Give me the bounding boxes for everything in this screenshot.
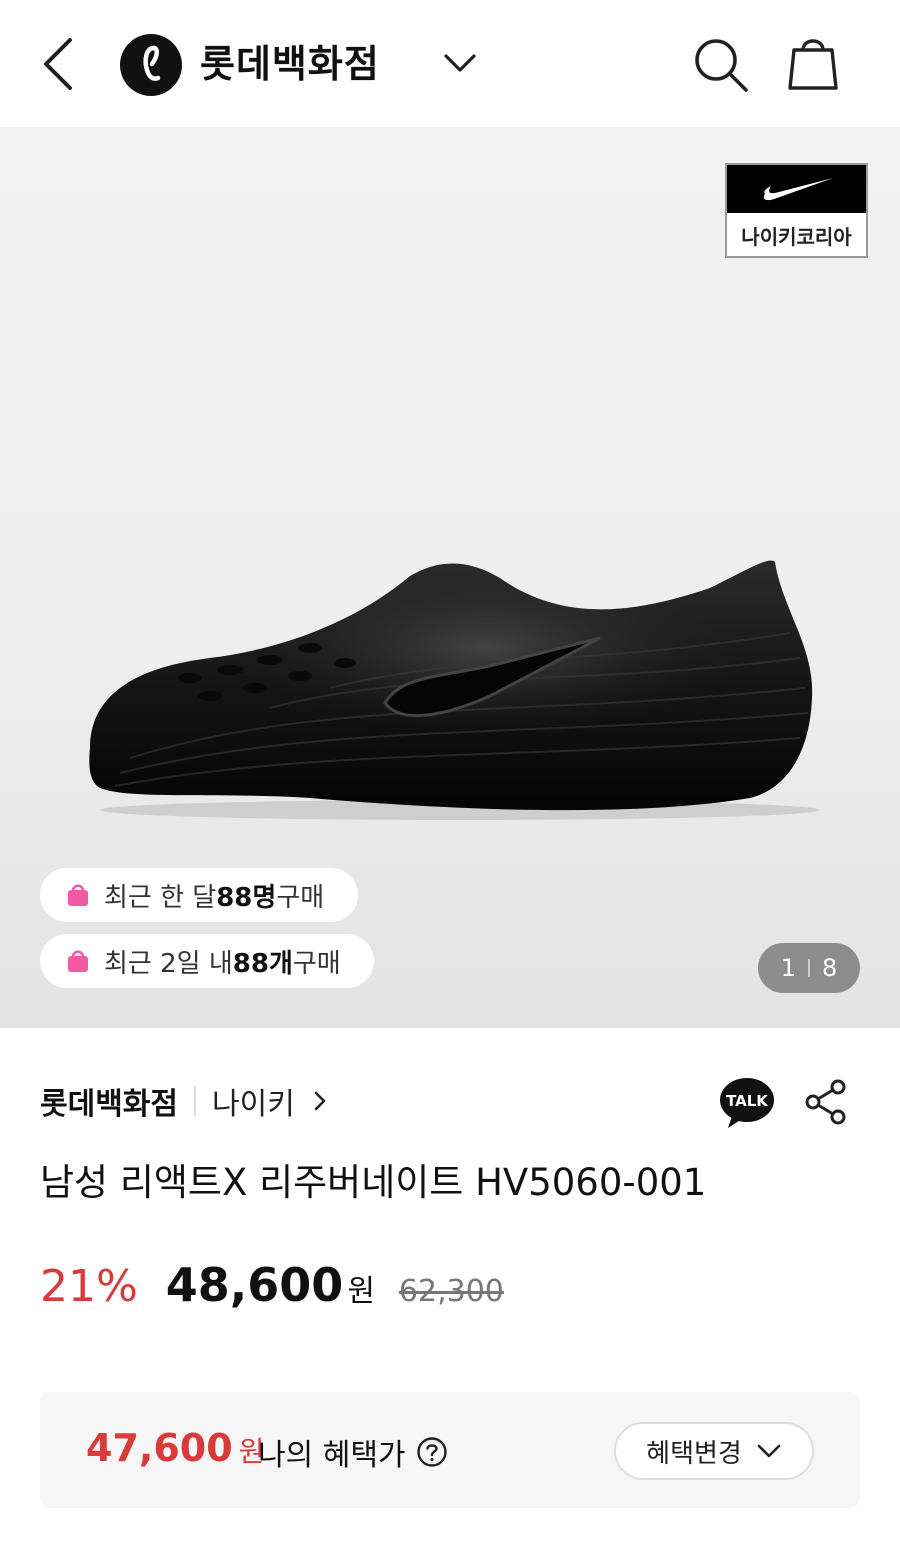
pager-divider: [808, 959, 810, 977]
sale-price: 48,600: [165, 1258, 344, 1312]
brand-name: 나이키: [212, 1087, 295, 1122]
product-image-carousel[interactable]: 나이키코리아 최근 한 달 88명 구매 최근 2일 내 88개 구매 1 8: [0, 128, 900, 1028]
shopping-bag-icon: [68, 950, 88, 972]
benefit-label: 나의 혜택가: [258, 1438, 406, 1473]
chip-text: 구매: [276, 882, 325, 913]
seller-brand-row: 롯데백화점 나이키: [40, 1078, 327, 1124]
divider: [194, 1086, 196, 1116]
chevron-down-icon: [757, 1444, 781, 1458]
original-price: 62,300: [398, 1274, 504, 1309]
store-name[interactable]: 롯데백화점: [200, 38, 380, 90]
nike-swoosh-icon: [727, 165, 866, 213]
chevron-right-icon: [314, 1091, 326, 1111]
image-pager[interactable]: 1 8: [758, 943, 860, 993]
pager-total: 8: [822, 954, 838, 982]
change-benefit-button[interactable]: 혜택변경: [614, 1422, 814, 1480]
my-benefit-price-box: 47,600 원 나의 혜택가 혜택변경: [40, 1392, 860, 1508]
search-icon[interactable]: [690, 34, 750, 94]
benefit-label-wrap: 나의 혜택가: [258, 1430, 448, 1474]
share-icon[interactable]: [804, 1078, 848, 1126]
talk-icon[interactable]: TALK: [718, 1076, 776, 1130]
brand-link[interactable]: 나이키: [212, 1079, 327, 1123]
product-shoe-image: [89, 560, 820, 820]
lotte-logo-icon[interactable]: [120, 34, 182, 96]
benefit-price: 47,600 원: [86, 1426, 264, 1470]
chip-text: 최근 2일 내: [104, 948, 233, 979]
recent-month-purchase-chip: 최근 한 달 88명 구매: [40, 868, 358, 922]
currency-unit: 원: [347, 1274, 375, 1309]
pager-current: 1: [780, 954, 796, 982]
brand-badge-label: 나이키코리아: [741, 225, 852, 249]
help-icon[interactable]: [416, 1436, 448, 1468]
recent-2days-purchase-chip: 최근 2일 내 88개 구매: [40, 934, 374, 988]
chevron-down-icon[interactable]: [440, 48, 480, 78]
seller-name: 롯데백화점: [40, 1087, 178, 1122]
shopping-bag-icon[interactable]: [784, 32, 842, 94]
back-icon[interactable]: [38, 34, 78, 94]
price-row: 21% 48,600 원 62,300: [40, 1258, 504, 1318]
change-benefit-label: 혜택변경: [646, 1438, 742, 1469]
talk-label: TALK: [726, 1092, 769, 1110]
benefit-price-value: 47,600: [86, 1426, 233, 1470]
top-app-bar: 롯데백화점: [0, 0, 900, 128]
brand-badge[interactable]: 나이키코리아: [725, 163, 868, 258]
chip-text: 구매: [292, 948, 341, 979]
chip-text: 최근 한 달: [104, 882, 217, 913]
shopping-bag-icon: [68, 884, 88, 906]
discount-rate: 21%: [40, 1261, 138, 1312]
chip-count: 88개: [232, 948, 293, 979]
product-title: 남성 리액트X 리주버네이트 HV5060-001: [40, 1161, 707, 1204]
chip-count: 88명: [216, 882, 277, 913]
